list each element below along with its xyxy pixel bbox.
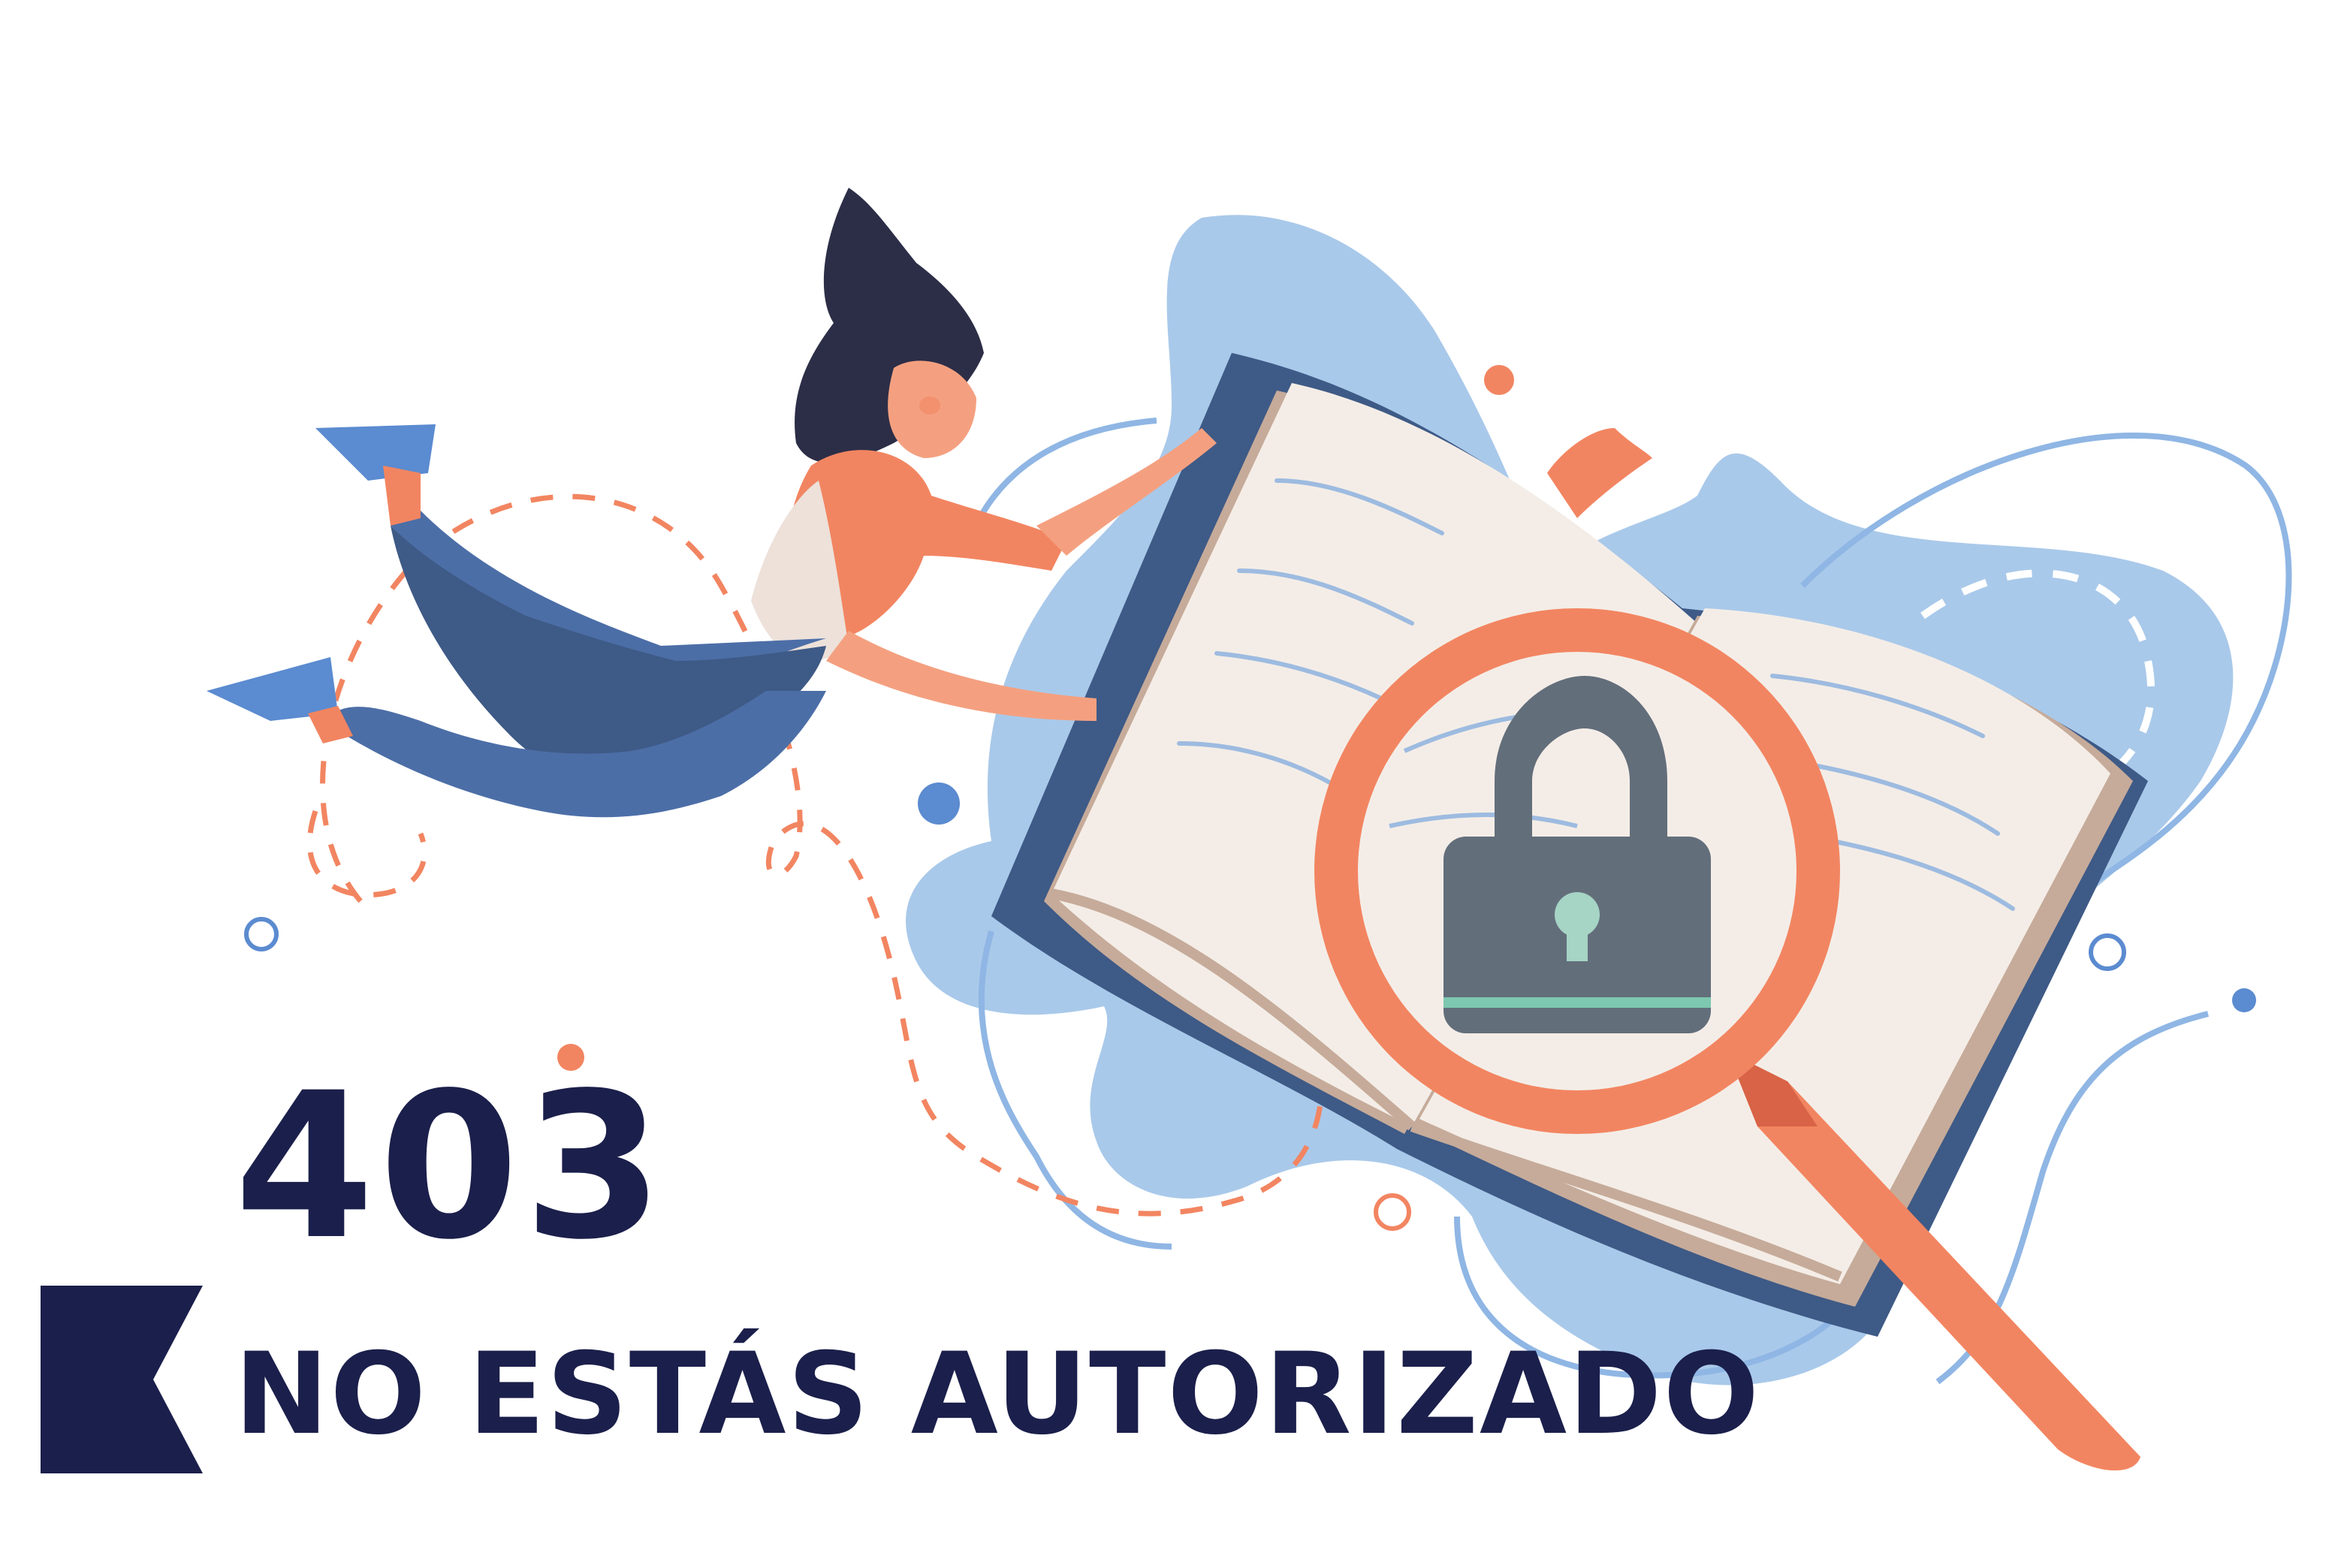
error-message: NO ESTÁS AUTORIZADO [234, 1329, 1761, 1460]
bookmark-ribbon [1547, 428, 1652, 518]
error-code: 403 [234, 1050, 668, 1284]
brand-flag-logo [41, 1286, 203, 1473]
error-page: 403 NO ESTÁS AUTORIZADO [0, 0, 2347, 1565]
shoe-top [315, 424, 436, 481]
sock [383, 466, 421, 526]
lock-stripe [1443, 997, 1711, 1008]
keyhole-stem [1567, 921, 1588, 961]
